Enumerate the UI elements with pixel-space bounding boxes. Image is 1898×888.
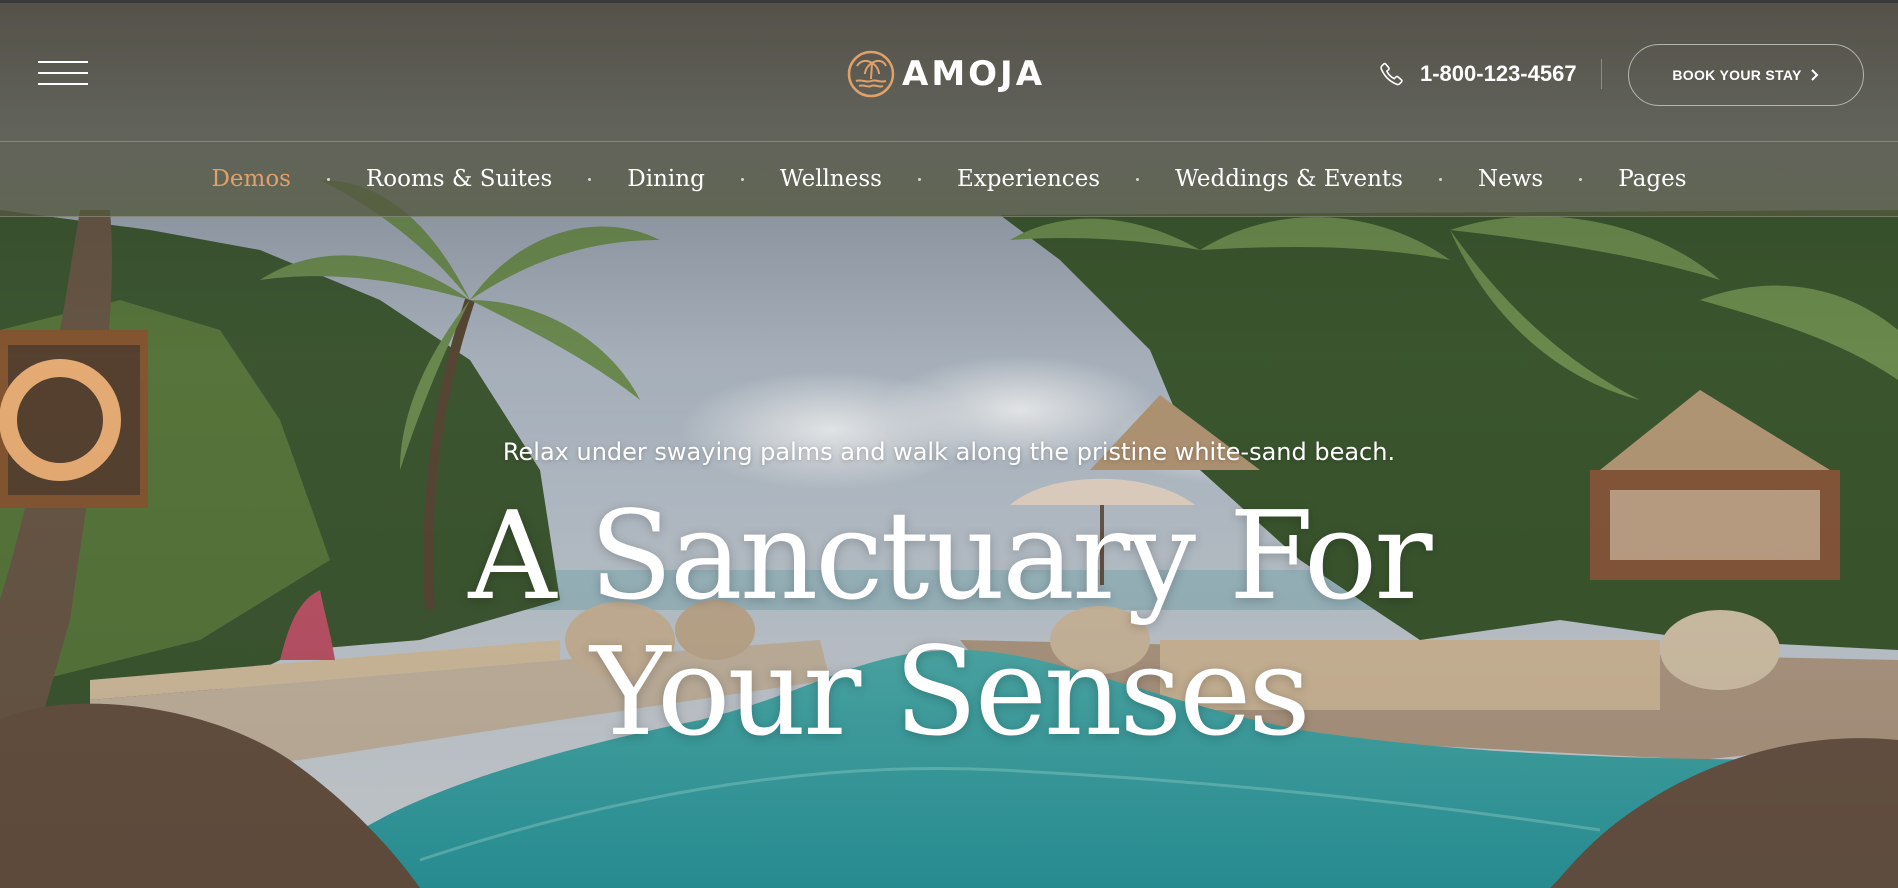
brand-logo[interactable]: AMOJA [846, 48, 1045, 100]
header-bottom-border [0, 216, 1898, 217]
site-header: AMOJA 1-800-123-4567 BOOK YOUR STAY Demo… [0, 3, 1898, 217]
chevron-right-icon [1810, 69, 1819, 81]
book-your-stay-button[interactable]: BOOK YOUR STAY [1628, 44, 1864, 106]
nav-item-dining[interactable]: Dining [627, 166, 705, 192]
nav-item-rooms-suites[interactable]: Rooms & Suites [366, 166, 552, 192]
brand-name: AMOJA [902, 54, 1046, 94]
nav-separator [588, 177, 592, 181]
nav-separator [1136, 177, 1140, 181]
phone-contact[interactable]: 1-800-123-4567 [1378, 59, 1577, 89]
nav-item-weddings-events[interactable]: Weddings & Events [1175, 166, 1403, 192]
nav-item-wellness[interactable]: Wellness [780, 166, 882, 192]
hero-tagline: Relax under swaying palms and walk along… [502, 438, 1396, 466]
header-separator [1601, 59, 1602, 89]
nav-item-demos[interactable]: Demos [211, 166, 291, 192]
header-top-bar: AMOJA 1-800-123-4567 BOOK YOUR STAY [0, 3, 1898, 141]
hamburger-menu-icon[interactable] [38, 59, 88, 87]
nav-separator [326, 177, 330, 181]
nav-separator [740, 177, 744, 181]
main-navigation: Demos Rooms & Suites Dining Wellness Exp… [0, 142, 1898, 216]
hero-title-line-2: Your Senses [590, 621, 1311, 763]
phone-icon [1380, 62, 1403, 86]
nav-separator [1579, 177, 1583, 181]
nav-separator [1438, 177, 1442, 181]
nav-separator [917, 177, 921, 181]
phone-number: 1-800-123-4567 [1420, 61, 1577, 86]
palm-sun-icon [847, 50, 895, 98]
book-button-label: BOOK YOUR STAY [1672, 67, 1802, 83]
hero-title-line-1: A Sanctuary For [468, 485, 1432, 627]
nav-item-experiences[interactable]: Experiences [957, 166, 1100, 192]
nav-item-news[interactable]: News [1478, 166, 1543, 192]
hero-title: A Sanctuary For Your Senses [0, 488, 1898, 760]
nav-item-pages[interactable]: Pages [1618, 166, 1686, 192]
